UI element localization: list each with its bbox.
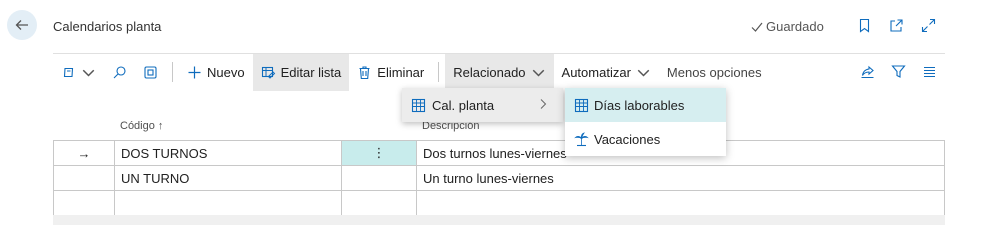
plus-icon [188,66,201,78]
fewer-options-label: Menos opciones [666,64,762,80]
cal-planta-submenu: Días laborables Vacaciones [565,88,726,156]
toolbar-separator [438,62,440,82]
search-button[interactable] [104,54,135,91]
code-cell[interactable]: UN TURNO [115,166,342,190]
expand-button[interactable] [919,16,937,34]
column-header-code[interactable]: Código ↑ [120,120,163,132]
description-cell[interactable] [417,191,945,215]
vacaciones-label: Vacaciones [594,131,661,147]
row-actions-cell[interactable] [342,166,417,190]
related-menu-button[interactable]: Relacionado [445,53,554,91]
cal-planta-label: Cal. planta [432,97,495,113]
delete-button[interactable]: Eliminar [349,54,432,91]
calendar-grid-icon [574,98,589,112]
fewer-options-button[interactable]: Menos opciones [659,54,770,91]
edit-list-label: Editar lista [280,64,342,80]
menu-item-dias-laborables[interactable]: Días laborables [565,88,726,122]
row-actions-button[interactable]: ⋮ [342,141,417,165]
sort-ascending-icon: ↑ [157,120,164,132]
chevron-down-icon [82,69,95,77]
chevron-right-icon [540,99,547,109]
open-new-window-icon [889,18,903,32]
arrow-left-icon [15,20,28,30]
analyze-icon [144,65,157,79]
open-new-window-button[interactable] [887,16,905,34]
new-label: Nuevo [207,64,245,80]
row-marker-cell [53,191,115,215]
search-icon [113,65,126,78]
automate-menu-button[interactable]: Automatizar [554,54,659,91]
list-table: → DOS TURNOS ⋮ Dos turnos lunes-viernes … [53,140,945,216]
list-view-button[interactable] [922,64,937,82]
page-title: Calendarios planta [53,19,162,34]
dias-laborables-label: Días laborables [594,97,685,113]
chevron-down-icon [532,69,544,77]
filter-button[interactable] [891,64,906,82]
description-cell[interactable]: Un turno lunes-viernes [417,166,945,190]
edit-list-icon [261,66,275,79]
row-marker-cell [53,166,115,190]
saved-label: Guardado [766,19,824,34]
palm-tree-icon [574,131,589,146]
edit-list-button[interactable]: Editar lista [252,53,350,91]
share-button[interactable] [860,64,875,82]
related-submenu-item-cal-planta[interactable]: Cal. planta [402,88,563,122]
row-current-marker: → [53,141,115,165]
column-header-code-label: Código [120,120,155,132]
list-icon [924,66,935,77]
menu-item-vacaciones[interactable]: Vacaciones [565,122,726,156]
bookmark-button[interactable] [855,16,873,34]
related-label: Relacionado [453,64,526,80]
calendar-grid-icon [411,98,426,112]
table-row[interactable] [53,191,945,216]
bookmark-icon [859,18,869,33]
toolbar-separator [172,62,173,82]
new-button[interactable]: Nuevo [179,54,253,91]
delete-label: Eliminar [377,64,425,80]
code-cell[interactable]: DOS TURNOS [115,141,342,165]
back-button[interactable] [7,10,37,40]
chevron-down-icon [637,69,650,77]
copilot-button[interactable] [53,54,104,91]
action-bar: Nuevo Editar lista Eliminar Relacionado … [53,53,945,91]
copilot-icon [63,67,74,77]
table-row[interactable]: UN TURNO Un turno lunes-viernes [53,166,945,191]
trash-icon [359,65,370,79]
expand-icon [921,18,935,32]
list-footer [53,215,945,225]
analyze-button[interactable] [135,54,166,91]
row-actions-cell[interactable] [342,191,417,215]
checkmark-icon [751,22,763,32]
saved-status: Guardado [750,19,824,34]
filter-icon [891,64,906,78]
share-icon [861,65,874,78]
automate-label: Automatizar [561,64,631,80]
table-row[interactable]: → DOS TURNOS ⋮ Dos turnos lunes-viernes [53,141,945,166]
code-cell[interactable] [115,191,342,215]
